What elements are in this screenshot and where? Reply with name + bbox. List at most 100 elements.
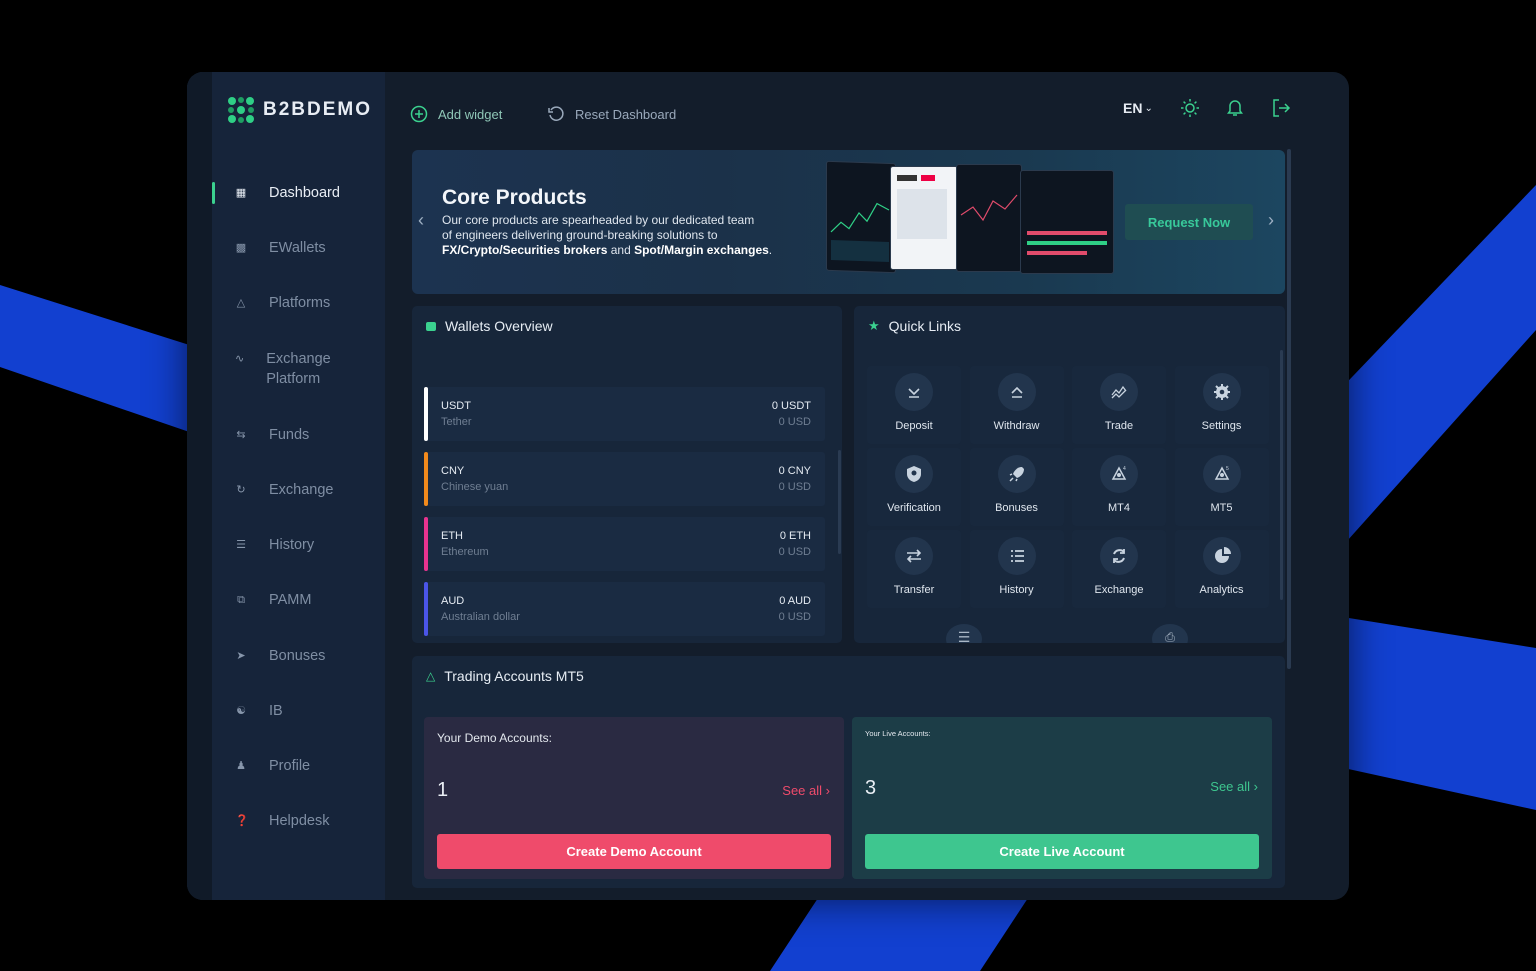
wallet-currency-code: CNY: [441, 465, 465, 477]
quick-link-trade[interactable]: Trade: [1072, 366, 1166, 444]
rocket-icon: [1008, 467, 1024, 482]
create-live-account-button[interactable]: Create Live Account: [865, 834, 1259, 869]
sidebar-item-helpdesk[interactable]: ❓ Helpdesk: [235, 811, 329, 831]
sidebar-edge: [187, 72, 212, 900]
banner-text-bold: Spot/Margin exchanges: [634, 243, 769, 257]
banner-text-line: Our core products are spearheaded by our…: [442, 213, 755, 227]
rocket-icon: ➤: [236, 650, 246, 662]
app-window: B2BDEMO ▦ Dashboard ▩ EWallets △ Platfor…: [187, 72, 1349, 900]
product-screen-image: [826, 160, 896, 274]
chart-preview-image: [830, 202, 890, 262]
transfer-icon: ⇆: [236, 429, 246, 441]
sun-icon[interactable]: [1180, 98, 1200, 118]
sidebar-item-funds[interactable]: ⇆ Funds: [235, 425, 309, 445]
chevron-right-icon[interactable]: ›: [1268, 210, 1274, 231]
quick-link-bonuses[interactable]: Bonuses: [969, 448, 1064, 526]
menu-icon[interactable]: ☰: [946, 624, 982, 643]
sidebar-item-label: Funds: [269, 427, 310, 443]
wallet-amount: 0 CNY: [778, 465, 811, 477]
sidebar-item-label: PAMM: [269, 592, 312, 608]
transfer-icon: [906, 549, 922, 563]
quick-link-icon-circle: [1100, 537, 1138, 575]
wallet-amount: 0 ETH: [779, 530, 811, 542]
sidebar-item-label: Exchange Platform: [266, 351, 331, 387]
sidebar-item-exchange[interactable]: ↻ Exchange: [235, 480, 333, 500]
demo-see-all-link[interactable]: See all ›: [782, 783, 830, 798]
quick-link-mt5[interactable]: 5 MT5: [1174, 448, 1269, 526]
quick-link-icon-circle: [1202, 373, 1241, 411]
sidebar-item-ib[interactable]: ☯ IB: [235, 701, 283, 721]
wallet-row[interactable]: USDT Tether 0 USDT 0 USD: [424, 387, 825, 441]
sidebar-item-history[interactable]: ☰ History: [235, 535, 314, 555]
quick-link-transfer[interactable]: Transfer: [867, 530, 961, 608]
quick-link-icon-circle: [895, 373, 933, 411]
see-all-label: See all: [1210, 779, 1251, 794]
create-demo-account-button[interactable]: Create Demo Account: [437, 834, 831, 869]
wallet-scrollbar[interactable]: [838, 450, 841, 554]
wallet-row[interactable]: ETH Ethereum 0 ETH 0 USD: [424, 517, 825, 571]
quick-links-scrollbar[interactable]: [1280, 350, 1283, 600]
banner-text-line: of engineers delivering ground-breaking …: [442, 228, 718, 242]
chevron-right-icon: ›: [825, 783, 830, 798]
wallet-currency-name: Ethereum: [441, 546, 489, 558]
quick-link-label: MT5: [1210, 502, 1233, 514]
quick-link-label: History: [999, 584, 1034, 596]
mt5-icon: 5: [1214, 466, 1229, 480]
chart-preview-image: [960, 194, 1018, 222]
brand-logo[interactable]: B2BDEMO: [227, 96, 372, 124]
star-icon: ★: [868, 318, 880, 333]
deposit-icon: [908, 388, 920, 398]
quick-link-deposit[interactable]: Deposit: [867, 366, 961, 444]
document-icon[interactable]: ⎙: [1152, 624, 1188, 643]
quick-link-mt4[interactable]: 4 MT4: [1072, 448, 1166, 526]
wallet-icon: [426, 321, 436, 331]
add-widget-button[interactable]: Add widget: [410, 105, 502, 123]
triangle-icon: △: [426, 669, 436, 683]
sidebar-item-bonuses[interactable]: ➤ Bonuses: [235, 646, 325, 666]
quick-link-settings[interactable]: Settings: [1174, 366, 1269, 444]
logout-icon[interactable]: [1271, 98, 1291, 118]
chevron-left-icon[interactable]: ‹: [418, 210, 424, 231]
quick-link-label: Transfer: [893, 584, 935, 596]
wallet-amount: 0 USDT: [771, 400, 811, 412]
language-select[interactable]: EN ⌄: [1123, 100, 1153, 116]
sidebar-item-ewallets[interactable]: ▩ EWallets: [235, 238, 326, 258]
settings-icon: [1213, 384, 1230, 400]
wallet-row[interactable]: AUD Australian dollar 0 AUD 0 USD: [424, 582, 825, 636]
wallet-usd-value: 0 USD: [778, 546, 811, 558]
wallet-usd-value: 0 USD: [778, 611, 811, 623]
product-screen-image: [1020, 170, 1114, 274]
request-now-button[interactable]: Request Now: [1125, 204, 1253, 240]
quick-link-analytics[interactable]: Analytics: [1174, 530, 1269, 608]
sidebar-item-pamm[interactable]: ⧉ PAMM: [235, 590, 311, 610]
analytics-icon: [1214, 547, 1231, 563]
reset-icon: [548, 106, 564, 121]
sidebar-item-label: History: [269, 537, 315, 553]
logo-icon: [228, 97, 254, 123]
sidebar-item-label: Bonuses: [269, 648, 326, 664]
banner-text-bold: FX/Crypto/Securities brokers: [442, 243, 608, 257]
bell-icon[interactable]: [1225, 97, 1245, 117]
quick-link-label: Analytics: [1199, 584, 1244, 596]
reset-dashboard-label: Reset Dashboard: [575, 106, 677, 122]
list-icon: ☰: [236, 539, 246, 551]
wallet-row[interactable]: CNY Chinese yuan 0 CNY 0 USD: [424, 452, 825, 506]
sidebar-item-profile[interactable]: ♟ Profile: [235, 756, 310, 776]
sidebar-item-exchange-platform[interactable]: ∿ Exchange Platform: [235, 349, 331, 389]
live-accounts-card: Your Live Accounts: 3 See all › Create L…: [852, 717, 1272, 879]
quick-link-verification[interactable]: Verification: [867, 448, 961, 526]
main-scrollbar[interactable]: [1287, 149, 1291, 669]
live-see-all-link[interactable]: See all ›: [1210, 779, 1258, 794]
quick-link-withdraw[interactable]: Withdraw: [969, 366, 1064, 444]
sidebar-item-dashboard[interactable]: ▦ Dashboard: [235, 183, 340, 203]
reset-dashboard-button[interactable]: Reset Dashboard: [547, 105, 676, 123]
quick-link-exchange[interactable]: Exchange: [1072, 530, 1166, 608]
sidebar-item-platforms[interactable]: △ Platforms: [235, 293, 330, 313]
history-icon: [1010, 550, 1024, 562]
live-accounts-label: Your Live Accounts:: [865, 729, 931, 738]
quick-link-history[interactable]: History: [969, 530, 1064, 608]
sidebar-item-label: IB: [269, 703, 283, 719]
demo-accounts-label: Your Demo Accounts:: [437, 731, 552, 745]
wallet-color-bar: [424, 582, 428, 636]
quick-link-icon-circle: [1202, 537, 1241, 575]
